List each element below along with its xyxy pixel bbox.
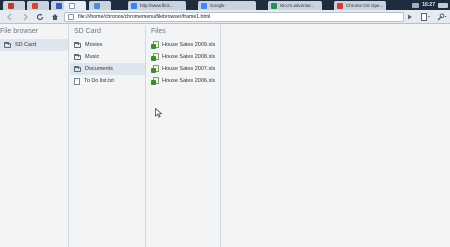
wrench-icon bbox=[437, 13, 446, 20]
system-status-area: 16:27 bbox=[412, 0, 448, 10]
play-arrow-icon bbox=[407, 14, 412, 19]
forward-button[interactable] bbox=[19, 11, 31, 22]
file-browser: File browser SD Card SD Card Movies Musi… bbox=[0, 25, 450, 247]
back-button[interactable] bbox=[4, 11, 16, 22]
sd-card-title: SD Card bbox=[74, 28, 101, 35]
folder-icon bbox=[74, 53, 81, 60]
list-item-file[interactable]: House Sales 2007.xls bbox=[147, 63, 220, 75]
tab-flickr[interactable]: http://www.flick... bbox=[128, 1, 186, 10]
item-label: House Sales 2008.xls bbox=[162, 54, 216, 60]
tab-chrome-os[interactable]: Chrome OS Ope... bbox=[334, 1, 386, 10]
list-item-music[interactable]: Music bbox=[70, 51, 145, 63]
spreadsheet-icon bbox=[151, 53, 159, 61]
sd-card-column: SD Card Movies Music Documents To Do lis… bbox=[70, 25, 146, 247]
item-label: Music bbox=[85, 54, 100, 60]
pinned-tab-1[interactable] bbox=[3, 1, 25, 10]
list-item-file[interactable]: House Sales 2006.xls bbox=[147, 75, 220, 87]
text-file-icon bbox=[74, 77, 80, 85]
item-label: House Sales 2009.xls bbox=[162, 42, 216, 48]
page-icon bbox=[68, 13, 74, 20]
address-bar[interactable]: file:///home/chronos/chromemenu/filebrow… bbox=[64, 11, 404, 22]
folder-icon bbox=[4, 41, 11, 48]
google-favicon-icon bbox=[201, 2, 207, 9]
tab-strip: http://www.flick... Google Nico's advent… bbox=[0, 0, 450, 10]
pinned-tab-4-active[interactable] bbox=[64, 1, 86, 10]
list-item-file[interactable]: House Sales 2008.xls bbox=[147, 51, 220, 63]
network-icon[interactable] bbox=[412, 2, 420, 8]
tab-title: Google bbox=[210, 3, 225, 8]
spreadsheet-icon bbox=[151, 41, 159, 49]
item-label: SD Card bbox=[15, 42, 37, 48]
item-label: To Do list.txt bbox=[84, 78, 114, 84]
item-label: House Sales 2007.xls bbox=[162, 66, 216, 72]
folder-icon bbox=[74, 65, 81, 72]
globe-favicon-icon bbox=[131, 2, 137, 9]
tab-google[interactable]: Google bbox=[198, 1, 256, 10]
item-label: Movies bbox=[85, 42, 103, 48]
page-favicon-icon bbox=[69, 2, 75, 9]
list-item-documents[interactable]: Documents bbox=[70, 63, 145, 75]
page-menu-icon bbox=[420, 12, 430, 21]
spreadsheet-icon bbox=[151, 65, 159, 73]
item-label: Documents bbox=[85, 66, 113, 72]
clock[interactable]: 16:27 bbox=[422, 2, 435, 8]
battery-icon[interactable] bbox=[438, 2, 448, 8]
toolbar-menus bbox=[404, 11, 447, 22]
chrome-favicon-icon bbox=[337, 2, 343, 9]
back-arrow-icon bbox=[7, 13, 12, 20]
mouse-cursor-icon bbox=[155, 108, 163, 118]
list-item-file[interactable]: House Sales 2009.xls bbox=[147, 39, 220, 51]
blog-favicon-icon bbox=[271, 2, 277, 9]
home-button[interactable] bbox=[49, 11, 61, 22]
list-item-sd-card[interactable]: SD Card bbox=[0, 39, 68, 51]
mail-favicon-icon bbox=[32, 2, 38, 9]
folder-icon bbox=[74, 41, 81, 48]
item-label: House Sales 2006.xls bbox=[162, 78, 216, 84]
list-item-movies[interactable]: Movies bbox=[70, 39, 145, 51]
file-browser-title: File browser bbox=[0, 28, 39, 35]
home-icon bbox=[52, 13, 58, 20]
wrench-menu-button[interactable] bbox=[436, 11, 447, 22]
forward-arrow-icon bbox=[23, 13, 28, 20]
reload-button[interactable] bbox=[34, 11, 46, 22]
files-column: Files House Sales 2009.xls House Sales 2… bbox=[147, 25, 221, 247]
page-menu-button[interactable] bbox=[420, 11, 431, 22]
gmail-favicon-icon bbox=[8, 2, 14, 9]
tab-title: Chrome OS Ope... bbox=[346, 3, 384, 8]
preview-column bbox=[222, 25, 450, 247]
files-title: Files bbox=[151, 28, 166, 35]
go-button[interactable] bbox=[404, 11, 415, 22]
pinned-tab-5[interactable] bbox=[89, 1, 111, 10]
pinned-tab-2[interactable] bbox=[27, 1, 49, 10]
docs-favicon-icon bbox=[94, 2, 100, 9]
tab-title: http://www.flick... bbox=[140, 3, 174, 8]
tab-title: Nico's adventur... bbox=[280, 3, 315, 8]
spreadsheet-icon bbox=[151, 77, 159, 85]
file-browser-column: File browser SD Card bbox=[0, 25, 69, 247]
tab-nicos-adventures[interactable]: Nico's adventur... bbox=[268, 1, 322, 10]
list-item-todo-list[interactable]: To Do list.txt bbox=[70, 75, 145, 87]
browser-toolbar: file:///home/chronos/chromemenu/filebrow… bbox=[0, 10, 450, 24]
url-text: file:///home/chronos/chromemenu/filebrow… bbox=[78, 13, 211, 20]
calendar-favicon-icon bbox=[56, 2, 62, 9]
reload-icon bbox=[36, 13, 44, 20]
